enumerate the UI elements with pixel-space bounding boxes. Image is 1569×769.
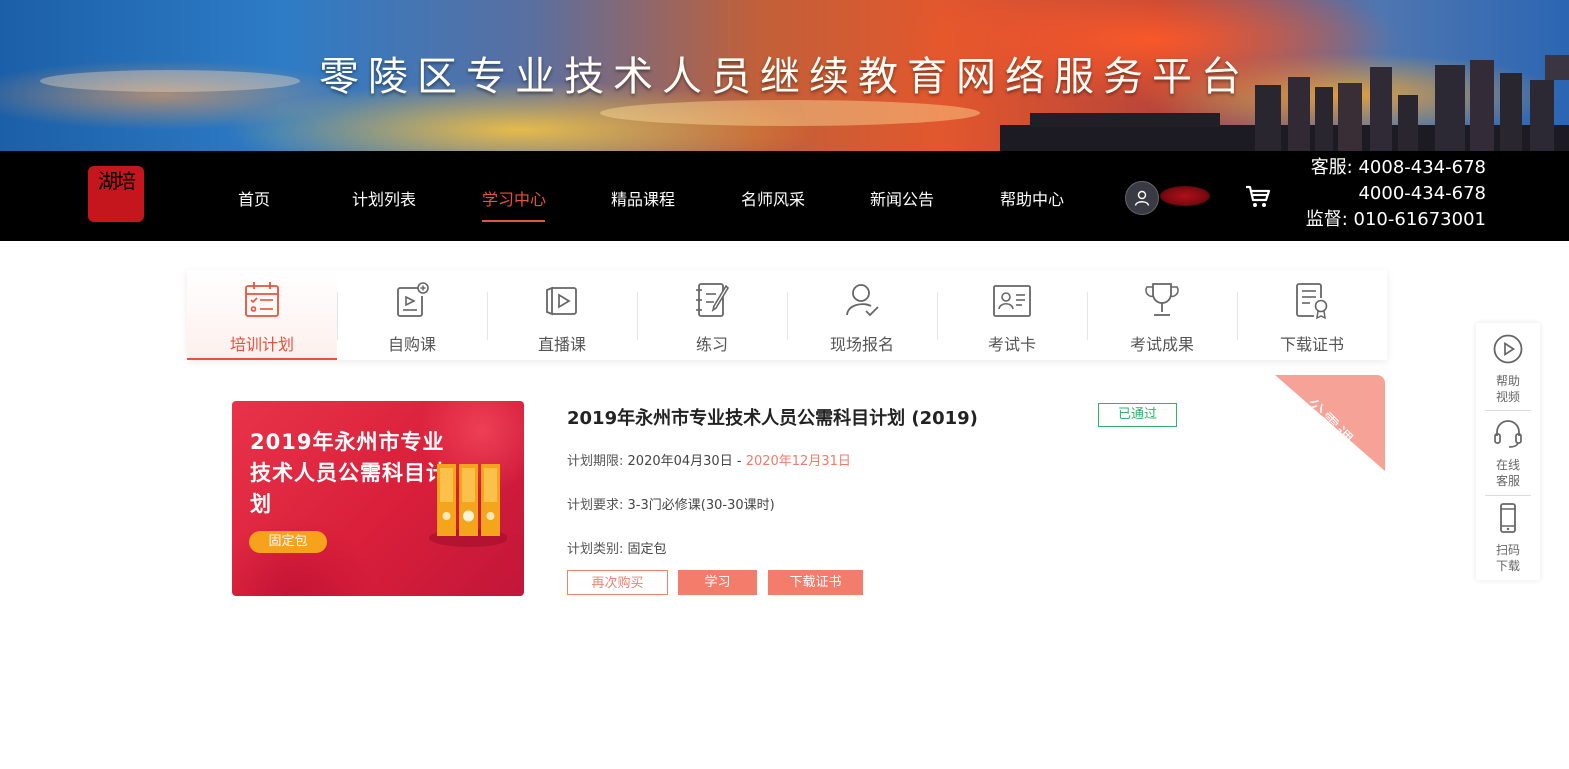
banner-cloud	[600, 100, 980, 126]
id-card-icon	[993, 285, 1031, 317]
category-label: 计划类别:	[567, 542, 624, 557]
plan-period: 计划期限: 2020年04月30日 - 2020年12月31日	[567, 450, 851, 469]
period-separator: -	[736, 454, 742, 469]
scan-download-label: 扫码下载	[1495, 543, 1520, 573]
headset-icon	[1494, 420, 1522, 448]
study-button[interactable]: 学习	[678, 570, 757, 595]
nav-item-teachers[interactable]: 名师风采	[741, 186, 805, 210]
tab-label: 考试成果	[1129, 335, 1194, 354]
tab-purchased-courses[interactable]: 自购课	[337, 270, 487, 360]
thumbnail-badge: 固定包	[249, 531, 327, 553]
cart-icon[interactable]	[1245, 185, 1271, 209]
online-service-button[interactable]: 在线客服	[1476, 415, 1540, 495]
nav-item-courses[interactable]: 精品课程	[611, 186, 675, 210]
tab-label: 考试卡	[987, 335, 1036, 354]
period-start: 2020年04月30日	[627, 454, 733, 469]
side-float-panel: 帮助视频 在线客服 扫码下载	[1476, 323, 1540, 580]
user-icon	[1134, 190, 1150, 206]
help-video-label: 帮助视频	[1495, 374, 1520, 404]
hotline-service-2: 4000-434-678	[1358, 183, 1486, 204]
mobile-phone-icon	[1500, 503, 1516, 533]
plan-title[interactable]: 2019年永州市专业技术人员公需科目计划 (2019)	[567, 404, 978, 430]
main-nav: 湖培 首页 计划列表 学习中心 精品课程 名师风采 新闻公告 帮助中心 客服: …	[0, 151, 1569, 241]
tab-label: 练习	[695, 335, 728, 354]
top-banner: 零陵区专业技术人员继续教育网络服务平台	[0, 0, 1569, 151]
thumbnail-title: 2019年永州市专业技术人员公需科目计划	[250, 430, 448, 516]
plan-thumbnail[interactable]: 2019年永州市专业技术人员公需科目计划 固定包	[232, 401, 524, 596]
nav-item-study-center[interactable]: 学习中心	[482, 186, 546, 210]
plan-requirement: 计划要求: 3-3门必修课(30-30课时)	[567, 494, 775, 513]
period-end: 2020年12月31日	[745, 454, 851, 469]
purchased-course-icon	[397, 282, 429, 317]
tab-label: 培训计划	[229, 335, 294, 354]
nav-active-underline	[482, 220, 545, 222]
nav-item-help[interactable]: 帮助中心	[1000, 186, 1064, 210]
help-video-button[interactable]: 帮助视频	[1476, 331, 1540, 411]
hotline-supervision: 监督: 010-61673001	[1305, 209, 1486, 230]
tab-training-plan[interactable]: 培训计划	[187, 270, 337, 360]
binders-illustration	[429, 464, 507, 547]
nav-item-news[interactable]: 新闻公告	[870, 186, 934, 210]
side-divider	[1485, 410, 1531, 411]
category-value: 固定包	[627, 542, 667, 557]
requirement-value: 3-3门必修课(30-30课时)	[627, 498, 775, 513]
tab-label: 现场报名	[829, 335, 894, 354]
notebook-pen-icon	[696, 283, 730, 317]
tab-onsite-registration[interactable]: 现场报名	[787, 270, 937, 360]
plan-category: 计划类别: 固定包	[567, 538, 667, 557]
nav-item-home[interactable]: 首页	[238, 186, 270, 210]
user-avatar[interactable]	[1125, 181, 1159, 215]
hotline-service: 客服: 4008-434-678	[1310, 157, 1486, 178]
tab-live-courses[interactable]: 直播课	[487, 270, 637, 360]
tab-label: 直播课	[537, 335, 586, 354]
play-circle-icon	[1493, 334, 1523, 364]
certificate-icon	[1296, 283, 1328, 320]
nav-item-plan-list[interactable]: 计划列表	[352, 186, 416, 210]
banner-title: 零陵区专业技术人员继续教育网络服务平台	[319, 54, 1250, 100]
user-check-icon	[846, 284, 879, 317]
tab-label: 自购课	[387, 335, 436, 354]
logo-text: 湖培	[98, 169, 136, 193]
calendar-checklist-icon	[245, 282, 279, 317]
study-center-tabs: 培训计划 自购课 直播课 练习 现场报名 考试卡 考试成果 下载证书	[187, 270, 1387, 360]
tab-download-certificate[interactable]: 下载证书	[1237, 270, 1387, 360]
tab-practice[interactable]: 练习	[637, 270, 787, 360]
status-badge: 已通过	[1098, 403, 1177, 427]
rebuy-button[interactable]: 再次购买	[567, 570, 668, 595]
site-logo[interactable]: 湖培	[88, 166, 144, 222]
hotline-info: 客服: 4008-434-678 4000-434-678 监督: 010-61…	[1306, 155, 1486, 233]
tab-label: 下载证书	[1279, 335, 1344, 354]
side-divider	[1485, 495, 1531, 496]
online-service-label: 在线客服	[1495, 458, 1520, 488]
username-redacted	[1160, 186, 1210, 206]
live-video-icon	[546, 286, 577, 316]
tab-exam-results[interactable]: 考试成果	[1087, 270, 1237, 360]
download-certificate-button[interactable]: 下载证书	[768, 570, 863, 595]
trophy-icon	[1145, 283, 1179, 316]
tab-exam-card[interactable]: 考试卡	[937, 270, 1087, 360]
requirement-label: 计划要求:	[567, 498, 624, 513]
period-label: 计划期限:	[567, 454, 624, 469]
scan-download-button[interactable]: 扫码下载	[1476, 500, 1540, 580]
